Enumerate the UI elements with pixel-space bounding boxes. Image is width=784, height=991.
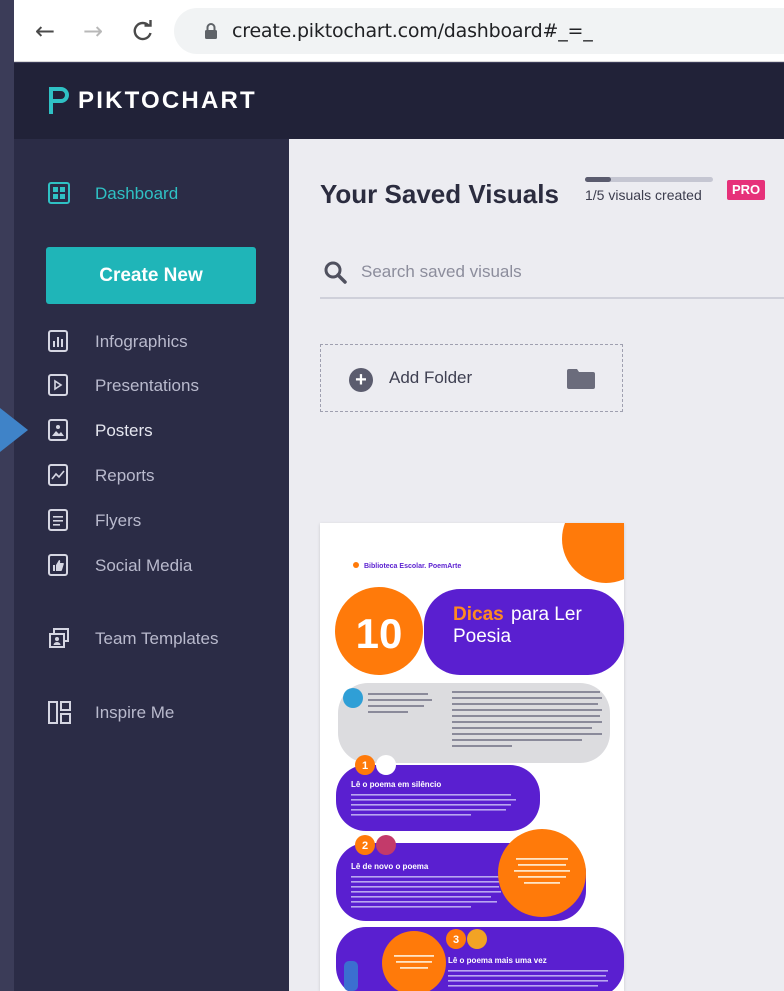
search-icon <box>324 261 347 284</box>
bar-chart-icon <box>48 330 68 352</box>
poster-title-part-2: Poesia <box>453 626 512 647</box>
svg-text:3: 3 <box>453 934 459 946</box>
flyer-icon <box>48 509 68 531</box>
sidebar-item-label: Presentations <box>95 376 199 395</box>
search-underline <box>320 297 784 299</box>
progress-fill <box>585 177 611 182</box>
sidebar-item-team-templates[interactable]: Team Templates <box>14 622 289 658</box>
visuals-progress-bar <box>585 177 713 182</box>
logo-text: PIKTOCHART <box>78 87 257 114</box>
progress-text: 1/5 visuals created <box>585 187 702 203</box>
folder-icon <box>567 369 595 389</box>
sidebar-item-label: Infographics <box>95 332 188 351</box>
svg-text:1: 1 <box>362 760 368 772</box>
app-header: PIKTOCHART <box>14 63 784 139</box>
poster-brand: Biblioteca Escolar. PoemArte <box>364 563 461 570</box>
forward-button[interactable]: → <box>80 18 106 44</box>
page-title: Your Saved Visuals <box>320 179 559 209</box>
report-chart-icon <box>48 464 68 486</box>
poster-step-2: Lê de novo o poema <box>351 862 429 871</box>
sidebar-item-social-media[interactable]: Social Media <box>14 549 289 585</box>
sidebar-item-label: Posters <box>95 421 153 440</box>
search-input[interactable] <box>361 256 761 288</box>
add-folder-button[interactable]: + Add Folder <box>320 344 623 412</box>
piktochart-logo-icon <box>49 87 69 114</box>
create-new-button[interactable]: Create New <box>46 247 256 304</box>
sidebar-item-label: Dashboard <box>95 184 179 203</box>
poster-icon <box>48 419 68 441</box>
sidebar-item-label: Team Templates <box>95 629 219 648</box>
plus-circle-icon: + <box>349 368 373 392</box>
svg-text:2: 2 <box>362 840 368 852</box>
url-text: create.piktochart.com/dashboard#_=_ <box>232 20 593 42</box>
address-bar[interactable]: create.piktochart.com/dashboard#_=_ <box>174 8 784 54</box>
reload-button[interactable] <box>130 18 156 44</box>
sidebar-item-inspire-me[interactable]: Inspire Me <box>14 696 289 732</box>
poster-preview: Biblioteca Escolar. PoemArte 10 Dicas pa… <box>320 523 624 991</box>
sidebar-item-dashboard[interactable]: Dashboard <box>14 177 289 213</box>
poster-title-part-1: para Ler <box>511 604 582 625</box>
poster-step-3: Lê o poema mais uma vez <box>448 956 547 965</box>
main-content: Your Saved Visuals 1/5 visuals created P… <box>289 139 784 991</box>
thumbs-up-icon <box>48 554 68 576</box>
sidebar-item-infographics[interactable]: Infographics <box>14 325 289 361</box>
sidebar-item-posters[interactable]: Posters <box>14 414 289 450</box>
pro-badge[interactable]: PRO <box>727 180 766 200</box>
poster-title-highlight: Dicas <box>453 604 504 625</box>
sidebar-item-label: Reports <box>95 466 155 485</box>
poster-step-1: Lê o poema em silêncio <box>351 780 441 789</box>
inspire-me-icon <box>48 701 71 724</box>
poster-number: 10 <box>356 610 403 657</box>
presentation-icon <box>48 374 68 396</box>
saved-visual-thumbnail[interactable]: Biblioteca Escolar. PoemArte 10 Dicas pa… <box>320 523 624 991</box>
sidebar: Dashboard Create New Infographics Presen… <box>14 139 289 991</box>
sidebar-item-label: Social Media <box>95 556 193 575</box>
add-folder-label: Add Folder <box>389 368 473 387</box>
browser-toolbar: ← → create.piktochart.com/dashboard#_=_ <box>14 0 784 62</box>
team-templates-icon <box>48 627 69 649</box>
dashboard-icon <box>48 182 70 204</box>
reload-icon <box>133 20 152 41</box>
pointer-arrow <box>0 408 28 452</box>
back-button[interactable]: ← <box>32 18 58 44</box>
sidebar-item-reports[interactable]: Reports <box>14 459 289 495</box>
sidebar-item-label: Inspire Me <box>95 703 175 722</box>
sidebar-item-label: Flyers <box>95 511 142 530</box>
sidebar-item-presentations[interactable]: Presentations <box>14 369 289 405</box>
sidebar-item-flyers[interactable]: Flyers <box>14 504 289 540</box>
lock-icon <box>205 23 217 39</box>
